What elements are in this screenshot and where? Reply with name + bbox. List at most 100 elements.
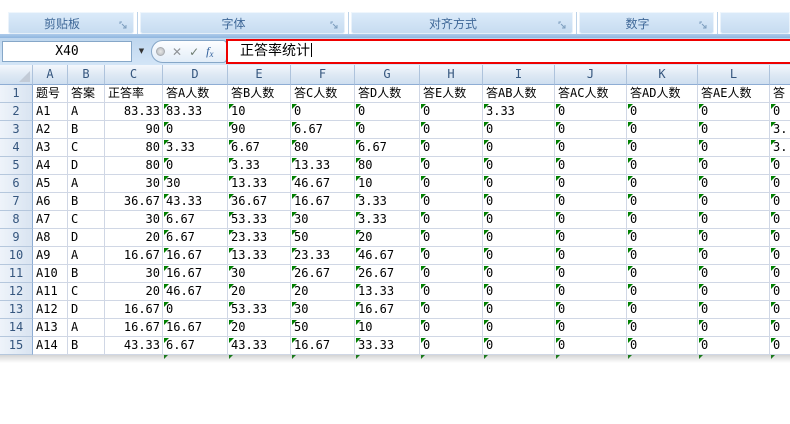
cell-G7[interactable]: 3.33	[355, 193, 420, 211]
dialog-launcher-icon[interactable]	[329, 17, 341, 29]
cell-I10[interactable]: 0	[483, 247, 555, 265]
cell-J15[interactable]: 0	[555, 337, 627, 355]
cell-E6[interactable]: 13.33	[228, 175, 291, 193]
cell-C7[interactable]: 36.67	[105, 193, 163, 211]
cell-J14[interactable]: 0	[555, 319, 627, 337]
cell-H1[interactable]: 答E人数	[420, 85, 483, 103]
cell-F6[interactable]: 46.67	[291, 175, 355, 193]
cell-B15[interactable]: B	[68, 337, 105, 355]
cell-G9[interactable]: 20	[355, 229, 420, 247]
name-box-dropdown-icon[interactable]: ▼	[134, 41, 149, 62]
row-header-11[interactable]: 11	[0, 265, 33, 283]
cell-K1[interactable]: 答AD人数	[627, 85, 698, 103]
cell-C12[interactable]: 20	[105, 283, 163, 301]
cell-F11[interactable]: 26.67	[291, 265, 355, 283]
cell-F4[interactable]: 80	[291, 139, 355, 157]
cell-C6[interactable]: 30	[105, 175, 163, 193]
cell-H3[interactable]: 0	[420, 121, 483, 139]
cell-L11[interactable]: 0	[698, 265, 770, 283]
column-header-K[interactable]: K	[627, 65, 698, 85]
cell-L9[interactable]: 0	[698, 229, 770, 247]
cell-C9[interactable]: 20	[105, 229, 163, 247]
cell-I6[interactable]: 0	[483, 175, 555, 193]
cell-A1[interactable]: 题号	[33, 85, 68, 103]
cell-B7[interactable]: B	[68, 193, 105, 211]
cell-B13[interactable]: D	[68, 301, 105, 319]
cell-M4[interactable]: 3.	[770, 139, 790, 157]
cell-J7[interactable]: 0	[555, 193, 627, 211]
cell-L13[interactable]: 0	[698, 301, 770, 319]
cell-H14[interactable]: 0	[420, 319, 483, 337]
row-header-12[interactable]: 12	[0, 283, 33, 301]
cell-D9[interactable]: 6.67	[163, 229, 228, 247]
cell-K15[interactable]: 0	[627, 337, 698, 355]
row-header-4[interactable]: 4	[0, 139, 33, 157]
cell-M2[interactable]: 0	[770, 103, 790, 121]
cell-F3[interactable]: 6.67	[291, 121, 355, 139]
cell-G5[interactable]: 80	[355, 157, 420, 175]
cell-M8[interactable]: 0	[770, 211, 790, 229]
cell-L2[interactable]: 0	[698, 103, 770, 121]
row-header-14[interactable]: 14	[0, 319, 33, 337]
cell-G2[interactable]: 0	[355, 103, 420, 121]
cell-H9[interactable]: 0	[420, 229, 483, 247]
cell-L3[interactable]: 0	[698, 121, 770, 139]
cell-C5[interactable]: 80	[105, 157, 163, 175]
cell-A11[interactable]: A10	[33, 265, 68, 283]
cell-A12[interactable]: A11	[33, 283, 68, 301]
cell-H13[interactable]: 0	[420, 301, 483, 319]
cell-I15[interactable]: 0	[483, 337, 555, 355]
cell-J10[interactable]: 0	[555, 247, 627, 265]
cell-I2[interactable]: 3.33	[483, 103, 555, 121]
cell-K4[interactable]: 0	[627, 139, 698, 157]
cell-K12[interactable]: 0	[627, 283, 698, 301]
cell-G4[interactable]: 6.67	[355, 139, 420, 157]
column-header-G[interactable]: G	[355, 65, 420, 85]
cell-F1[interactable]: 答C人数	[291, 85, 355, 103]
cell-F8[interactable]: 30	[291, 211, 355, 229]
column-header-E[interactable]: E	[228, 65, 291, 85]
cell-J3[interactable]: 0	[555, 121, 627, 139]
cell-F10[interactable]: 23.33	[291, 247, 355, 265]
select-all-corner[interactable]	[0, 65, 33, 85]
cell-E4[interactable]: 6.67	[228, 139, 291, 157]
column-header-F[interactable]: F	[291, 65, 355, 85]
row-header-13[interactable]: 13	[0, 301, 33, 319]
cell-G3[interactable]: 0	[355, 121, 420, 139]
cell-B8[interactable]: C	[68, 211, 105, 229]
cell-C10[interactable]: 16.67	[105, 247, 163, 265]
cell-K3[interactable]: 0	[627, 121, 698, 139]
row-header-3[interactable]: 3	[0, 121, 33, 139]
cell-F13[interactable]: 30	[291, 301, 355, 319]
cell-K6[interactable]: 0	[627, 175, 698, 193]
cell-K5[interactable]: 0	[627, 157, 698, 175]
cell-H2[interactable]: 0	[420, 103, 483, 121]
cell-F9[interactable]: 50	[291, 229, 355, 247]
cell-B9[interactable]: D	[68, 229, 105, 247]
cell-A13[interactable]: A12	[33, 301, 68, 319]
cell-A5[interactable]: A4	[33, 157, 68, 175]
cell-B3[interactable]: B	[68, 121, 105, 139]
cell-M1[interactable]: 答	[770, 85, 790, 103]
cell-F15[interactable]: 16.67	[291, 337, 355, 355]
cell-K11[interactable]: 0	[627, 265, 698, 283]
cell-K8[interactable]: 0	[627, 211, 698, 229]
cell-L1[interactable]: 答AE人数	[698, 85, 770, 103]
cell-J1[interactable]: 答AC人数	[555, 85, 627, 103]
cell-L5[interactable]: 0	[698, 157, 770, 175]
cell-A9[interactable]: A8	[33, 229, 68, 247]
cell-I4[interactable]: 0	[483, 139, 555, 157]
cell-A2[interactable]: A1	[33, 103, 68, 121]
cell-A8[interactable]: A7	[33, 211, 68, 229]
cell-H12[interactable]: 0	[420, 283, 483, 301]
cell-L15[interactable]: 0	[698, 337, 770, 355]
cell-B12[interactable]: C	[68, 283, 105, 301]
cell-E8[interactable]: 53.33	[228, 211, 291, 229]
cell-I8[interactable]: 0	[483, 211, 555, 229]
cell-D6[interactable]: 30	[163, 175, 228, 193]
cell-M13[interactable]: 0	[770, 301, 790, 319]
cell-B11[interactable]: B	[68, 265, 105, 283]
cell-E11[interactable]: 30	[228, 265, 291, 283]
cell-D4[interactable]: 3.33	[163, 139, 228, 157]
cell-L8[interactable]: 0	[698, 211, 770, 229]
